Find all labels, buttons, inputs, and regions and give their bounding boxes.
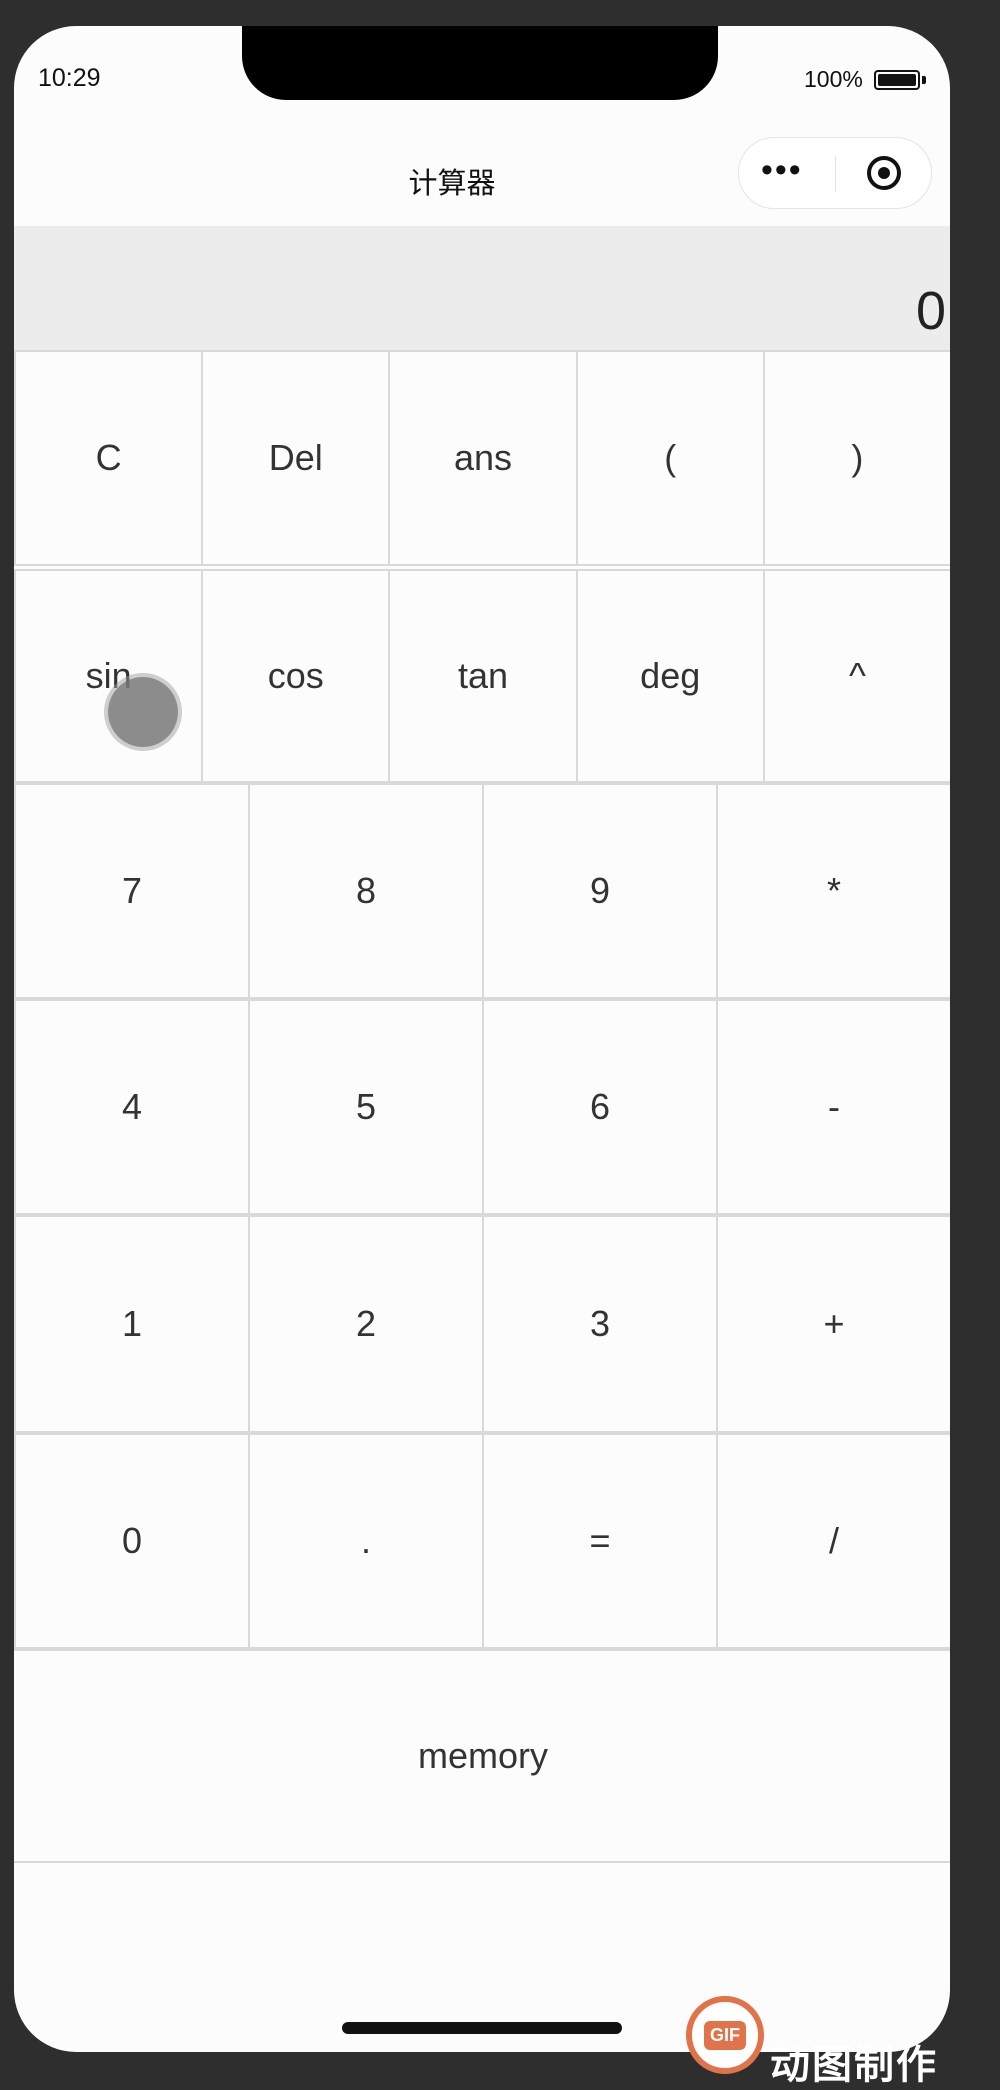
- watermark-text: 动图制作: [770, 2042, 938, 2088]
- gif-badge: GIF: [704, 2020, 746, 2050]
- display-panel: 0: [14, 226, 950, 350]
- phone-frame: 10:29 100% 计算器 ••• 0 C Del ans ( ) sin c…: [14, 26, 950, 2052]
- capsule-divider: [835, 156, 836, 192]
- key-tan[interactable]: tan: [388, 569, 578, 783]
- close-target-icon[interactable]: [867, 156, 901, 190]
- keypad-row-3: 7 8 9 *: [14, 783, 950, 999]
- key-8[interactable]: 8: [248, 783, 484, 999]
- keypad-row-5: 1 2 3 +: [14, 1215, 950, 1433]
- key-sin[interactable]: sin: [14, 569, 204, 783]
- key-close-paren[interactable]: ): [762, 350, 950, 566]
- keypad-row-2: sin cos tan deg ^: [14, 569, 950, 783]
- key-open-paren[interactable]: (: [575, 350, 765, 566]
- keypad-row-6: 0 . = /: [14, 1433, 950, 1649]
- gif-logo-icon: GIF: [686, 1996, 764, 2074]
- keypad-row-4: 4 5 6 -: [14, 999, 950, 1215]
- key-decimal[interactable]: .: [248, 1433, 484, 1649]
- key-add[interactable]: +: [716, 1215, 950, 1433]
- battery-percent: 100%: [804, 66, 863, 92]
- key-4[interactable]: 4: [14, 999, 250, 1215]
- key-multiply[interactable]: *: [716, 783, 950, 999]
- key-clear[interactable]: C: [14, 350, 204, 566]
- key-divide[interactable]: /: [716, 1433, 950, 1649]
- key-2[interactable]: 2: [248, 1215, 484, 1433]
- key-0[interactable]: 0: [14, 1433, 250, 1649]
- notch: [242, 26, 718, 100]
- key-6[interactable]: 6: [482, 999, 718, 1215]
- key-memory[interactable]: memory: [14, 1649, 950, 1863]
- home-indicator[interactable]: [342, 2022, 622, 2034]
- keypad-row-1: C Del ans ( ): [14, 350, 950, 566]
- battery-icon: [874, 70, 920, 90]
- keypad-row-7: memory: [14, 1649, 950, 1863]
- key-5[interactable]: 5: [248, 999, 484, 1215]
- key-power[interactable]: ^: [762, 569, 950, 783]
- key-3[interactable]: 3: [482, 1215, 718, 1433]
- miniprogram-capsule: •••: [738, 137, 932, 209]
- touch-indicator: [108, 677, 178, 747]
- key-deg[interactable]: deg: [575, 569, 765, 783]
- battery-tip: [922, 76, 926, 84]
- display-value: 0: [915, 281, 946, 341]
- status-time: 10:29: [38, 64, 101, 92]
- more-icon[interactable]: •••: [761, 153, 803, 187]
- key-subtract[interactable]: -: [716, 999, 950, 1215]
- key-delete[interactable]: Del: [201, 350, 391, 566]
- key-9[interactable]: 9: [482, 783, 718, 999]
- key-7[interactable]: 7: [14, 783, 250, 999]
- key-1[interactable]: 1: [14, 1215, 250, 1433]
- key-ans[interactable]: ans: [388, 350, 578, 566]
- key-equals[interactable]: =: [482, 1433, 718, 1649]
- key-cos[interactable]: cos: [201, 569, 391, 783]
